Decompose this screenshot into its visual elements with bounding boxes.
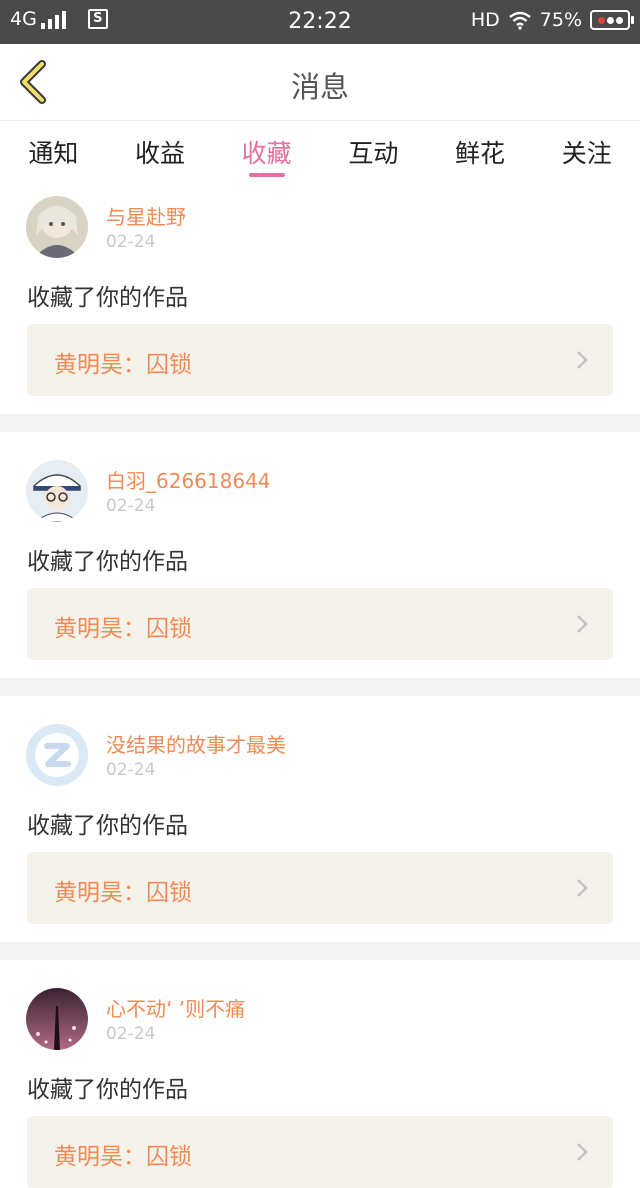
message-text: 收藏了你的作品	[27, 549, 188, 575]
message-item: 心不动‘ ’则不痛 02-24 收藏了你的作品 黄明昊：囚锁	[0, 974, 640, 1188]
message-date: 02-24	[106, 1024, 156, 1044]
username[interactable]: 没结果的故事才最美	[106, 729, 286, 758]
avatar[interactable]	[26, 988, 88, 1050]
username[interactable]: 与星赴野	[106, 201, 186, 230]
divider	[0, 678, 640, 696]
username[interactable]: 白羽_626618644	[106, 465, 271, 494]
nav-header: 消息	[0, 44, 640, 121]
message-item: 白羽_626618644 02-24 收藏了你的作品 黄明昊：囚锁	[0, 446, 640, 678]
battery-icon	[590, 10, 634, 30]
message-item: 没结果的故事才最美 02-24 收藏了你的作品 黄明昊：囚锁	[0, 710, 640, 942]
divider	[0, 414, 640, 432]
tab-interaction[interactable]: 互动	[320, 121, 427, 181]
work-title: 黄明昊：囚锁	[54, 880, 192, 906]
work-link[interactable]: 黄明昊：囚锁	[27, 588, 613, 660]
avatar[interactable]	[26, 196, 88, 258]
chevron-right-icon	[577, 1143, 588, 1161]
message-date: 02-24	[106, 496, 156, 516]
message-text: 收藏了你的作品	[27, 285, 188, 311]
tab-favorites[interactable]: 收藏	[213, 121, 320, 181]
work-link[interactable]: 黄明昊：囚锁	[27, 324, 613, 396]
work-link[interactable]: 黄明昊：囚锁	[27, 1116, 613, 1188]
work-title: 黄明昊：囚锁	[54, 1144, 192, 1170]
message-text: 收藏了你的作品	[27, 1077, 188, 1103]
message-text: 收藏了你的作品	[27, 813, 188, 839]
message-item: 与星赴野 02-24 收藏了你的作品 黄明昊：囚锁	[0, 182, 640, 414]
chevron-right-icon	[577, 351, 588, 369]
tab-bar: 通知 收益 收藏 互动 鲜花 关注	[0, 121, 640, 181]
username[interactable]: 心不动‘ ’则不痛	[106, 993, 245, 1022]
tab-follow[interactable]: 关注	[533, 121, 640, 181]
battery-percent: 75%	[539, 9, 582, 31]
avatar[interactable]	[26, 724, 88, 786]
work-link[interactable]: 黄明昊：囚锁	[27, 852, 613, 924]
avatar[interactable]	[26, 460, 88, 522]
tab-earnings[interactable]: 收益	[107, 121, 214, 181]
work-title: 黄明昊：囚锁	[54, 352, 192, 378]
chevron-right-icon	[577, 615, 588, 633]
chevron-right-icon	[577, 879, 588, 897]
work-title: 黄明昊：囚锁	[54, 616, 192, 642]
page-title: 消息	[290, 70, 349, 104]
tab-notice[interactable]: 通知	[0, 121, 107, 181]
hd-indicator: HD	[470, 9, 500, 31]
tab-flowers[interactable]: 鲜花	[427, 121, 534, 181]
wifi-icon	[508, 11, 531, 30]
message-date: 02-24	[106, 232, 156, 252]
status-right: HD 75%	[470, 9, 634, 31]
message-date: 02-24	[106, 760, 156, 780]
divider	[0, 942, 640, 960]
status-bar: 4G S 22:22 HD 75%	[0, 0, 640, 44]
